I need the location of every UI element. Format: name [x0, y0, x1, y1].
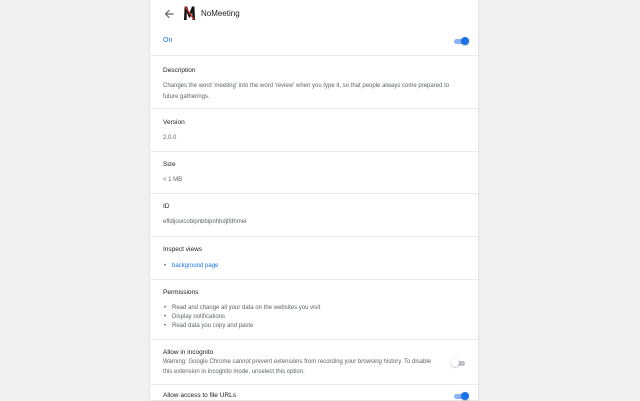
permission-item: Read data you copy and paste [163, 322, 320, 331]
version-value: 2.0.0 [163, 135, 177, 141]
incognito-warning: Warning: Google Chrome cannot prevent ex… [163, 359, 432, 375]
permissions-list: Read and change all your data on the web… [163, 304, 320, 331]
list-item: background page [163, 262, 218, 271]
inspect-views-section: Inspect views background page [150, 236, 478, 279]
extension-logo [183, 5, 196, 21]
permission-item: Read and change all your data on the web… [163, 304, 320, 313]
size-section: Size < 1 MB [150, 151, 478, 194]
permission-item: Display notifications [163, 313, 320, 322]
version-title: Version [163, 119, 185, 126]
size-value: < 1 MB [163, 177, 183, 183]
incognito-title: Allow in incognito [163, 349, 214, 356]
inspect-views-title: Inspect views [163, 246, 203, 253]
description-title: Description [163, 67, 196, 74]
id-section: ID efldijooicobipnbbipnhhdjifdhmei [150, 193, 478, 236]
description-section: Description Changes the word 'meeting' i… [150, 55, 478, 108]
file-urls-title: Allow access to file URLs [163, 392, 236, 399]
details-header: NoMeeting [150, 0, 478, 28]
enable-toggle[interactable] [453, 37, 469, 45]
version-section: Version 2.0.0 [150, 108, 478, 151]
back-button[interactable] [162, 7, 176, 21]
id-value: efldijooicobipnbbipnhhdjifdhmei [163, 219, 247, 225]
incognito-toggle[interactable] [451, 359, 467, 367]
background-page-link[interactable]: background page [172, 263, 218, 269]
extension-details-card: NoMeeting On Description Changes the wor… [150, 0, 478, 400]
incognito-section: Allow in incognito Warning: Google Chrom… [150, 339, 478, 384]
extension-name: NoMeeting [201, 9, 240, 18]
enable-row: On [150, 28, 478, 55]
permissions-section: Permissions Read and change all your dat… [150, 279, 478, 339]
inspect-views-list: background page [163, 262, 218, 271]
size-title: Size [163, 161, 176, 168]
enable-status-label: On [163, 37, 173, 44]
description-text: Changes the word 'meeting' into the word… [163, 83, 450, 100]
nomeeting-logo-icon [184, 6, 195, 20]
id-title: ID [163, 203, 170, 210]
file-urls-toggle[interactable] [453, 392, 469, 400]
permissions-title: Permissions [163, 289, 199, 296]
arrow-left-icon [164, 9, 174, 19]
file-urls-section: Allow access to file URLs [150, 384, 478, 401]
